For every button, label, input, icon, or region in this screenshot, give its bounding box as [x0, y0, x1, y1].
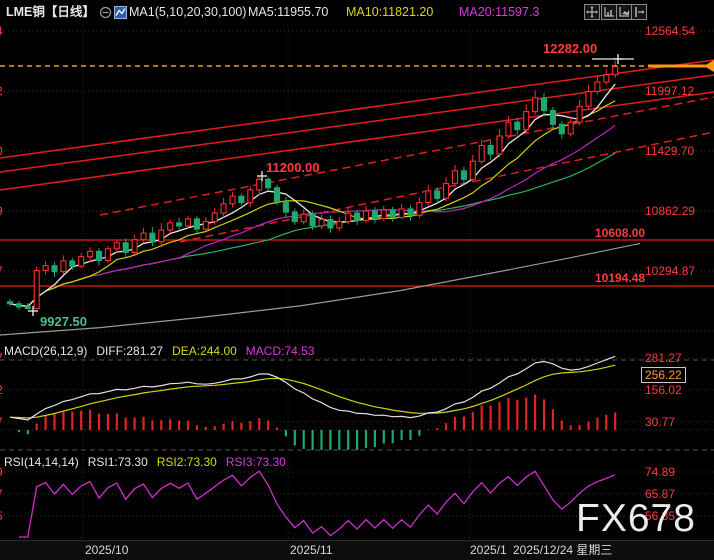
price-axis-left-clip: 4: [0, 24, 3, 38]
rsi3-value: RSI3:73.30: [226, 455, 286, 469]
price-axis-label: 10294.87: [645, 264, 695, 278]
macd-current-tag: 256.22: [641, 367, 686, 383]
support1-label: 10608.00: [595, 226, 645, 240]
x-tick-nov: 2025/11: [290, 543, 333, 557]
marked-low-label: 9927.50: [40, 315, 87, 329]
macd-panel-header: MACD(26,12,9) DIFF:281.27 DEA:244.00 MACD:7…: [4, 344, 324, 358]
rsi-axis-label: 74.89: [645, 465, 675, 479]
move-tool-icon[interactable]: [584, 4, 600, 20]
rsi-panel-header: RSI(14,14,14) RSI1:73.30 RSI2:73.30 RSI3:73…: [4, 455, 295, 469]
rsi-axis-left-clip: 7: [0, 487, 3, 501]
axis-chart-tool-icon[interactable]: [601, 4, 617, 20]
ma5-value: MA5:11955.70: [248, 5, 328, 20]
trading-app: LME铜【日线】 MA1(5,10,20,30,100) MA5:11955.7…: [0, 0, 714, 560]
watermark: FX678: [576, 497, 696, 541]
collapse-icon[interactable]: [99, 6, 112, 24]
support2-label: 10194.48: [595, 271, 645, 285]
rsi1-value: RSI1:73.30: [88, 455, 148, 469]
ma20-value: MA20:11597.3: [459, 5, 539, 20]
ma-settings-label: MA1(5,10,20,30,100): [129, 5, 246, 20]
price-axis-label: 11997.12: [645, 84, 694, 98]
macd-axis-left-clip: 7: [0, 415, 3, 429]
price-axis-left-clip: 0: [0, 144, 3, 158]
macd-axis-left-clip: 7: [0, 351, 3, 365]
price-axis-label: 12564.54: [645, 24, 695, 38]
current-date-label: 2025/12/24 星期三: [507, 543, 612, 557]
macd-axis-label: 30.77: [645, 415, 675, 429]
rsi-params-label: RSI(14,14,14): [4, 455, 79, 469]
macd-params-label: MACD(26,12,9): [4, 344, 87, 358]
price-axis-left-clip: 9: [0, 204, 3, 218]
rsi-axis-left-clip: 5: [0, 509, 3, 523]
x-tick-oct: 2025/10: [85, 543, 128, 557]
macd-dea-value: DEA:244.00: [172, 344, 237, 358]
rsi2-value: RSI2:73.30: [157, 455, 217, 469]
macd-axis-label: 281.27: [645, 351, 682, 365]
macd-axis-label: 156.02: [645, 383, 682, 397]
indicator-chart-icon[interactable]: [114, 6, 127, 24]
price-axis-label: 11429.70: [645, 144, 694, 158]
price-axis-left-clip: 7: [0, 264, 3, 278]
macd-value: MACD:74.53: [246, 344, 315, 358]
price-axis-left-clip: 2: [0, 84, 3, 98]
marked-high-label: 12282.00: [543, 42, 597, 56]
export-chart-tool-icon[interactable]: [631, 4, 647, 20]
instrument-title: LME铜【日线】: [6, 5, 95, 20]
macd-diff-value: DIFF:281.27: [96, 344, 163, 358]
rsi-axis-left-clip: 9: [0, 465, 3, 479]
marked-peak-label: 11200.00: [266, 161, 320, 175]
ma10-value: MA10:11821.20: [346, 5, 433, 20]
price-axis-label: 10862.29: [645, 204, 695, 218]
macd-axis-left-clip: 2: [0, 383, 3, 397]
trend-chart-tool-icon[interactable]: [616, 4, 632, 20]
